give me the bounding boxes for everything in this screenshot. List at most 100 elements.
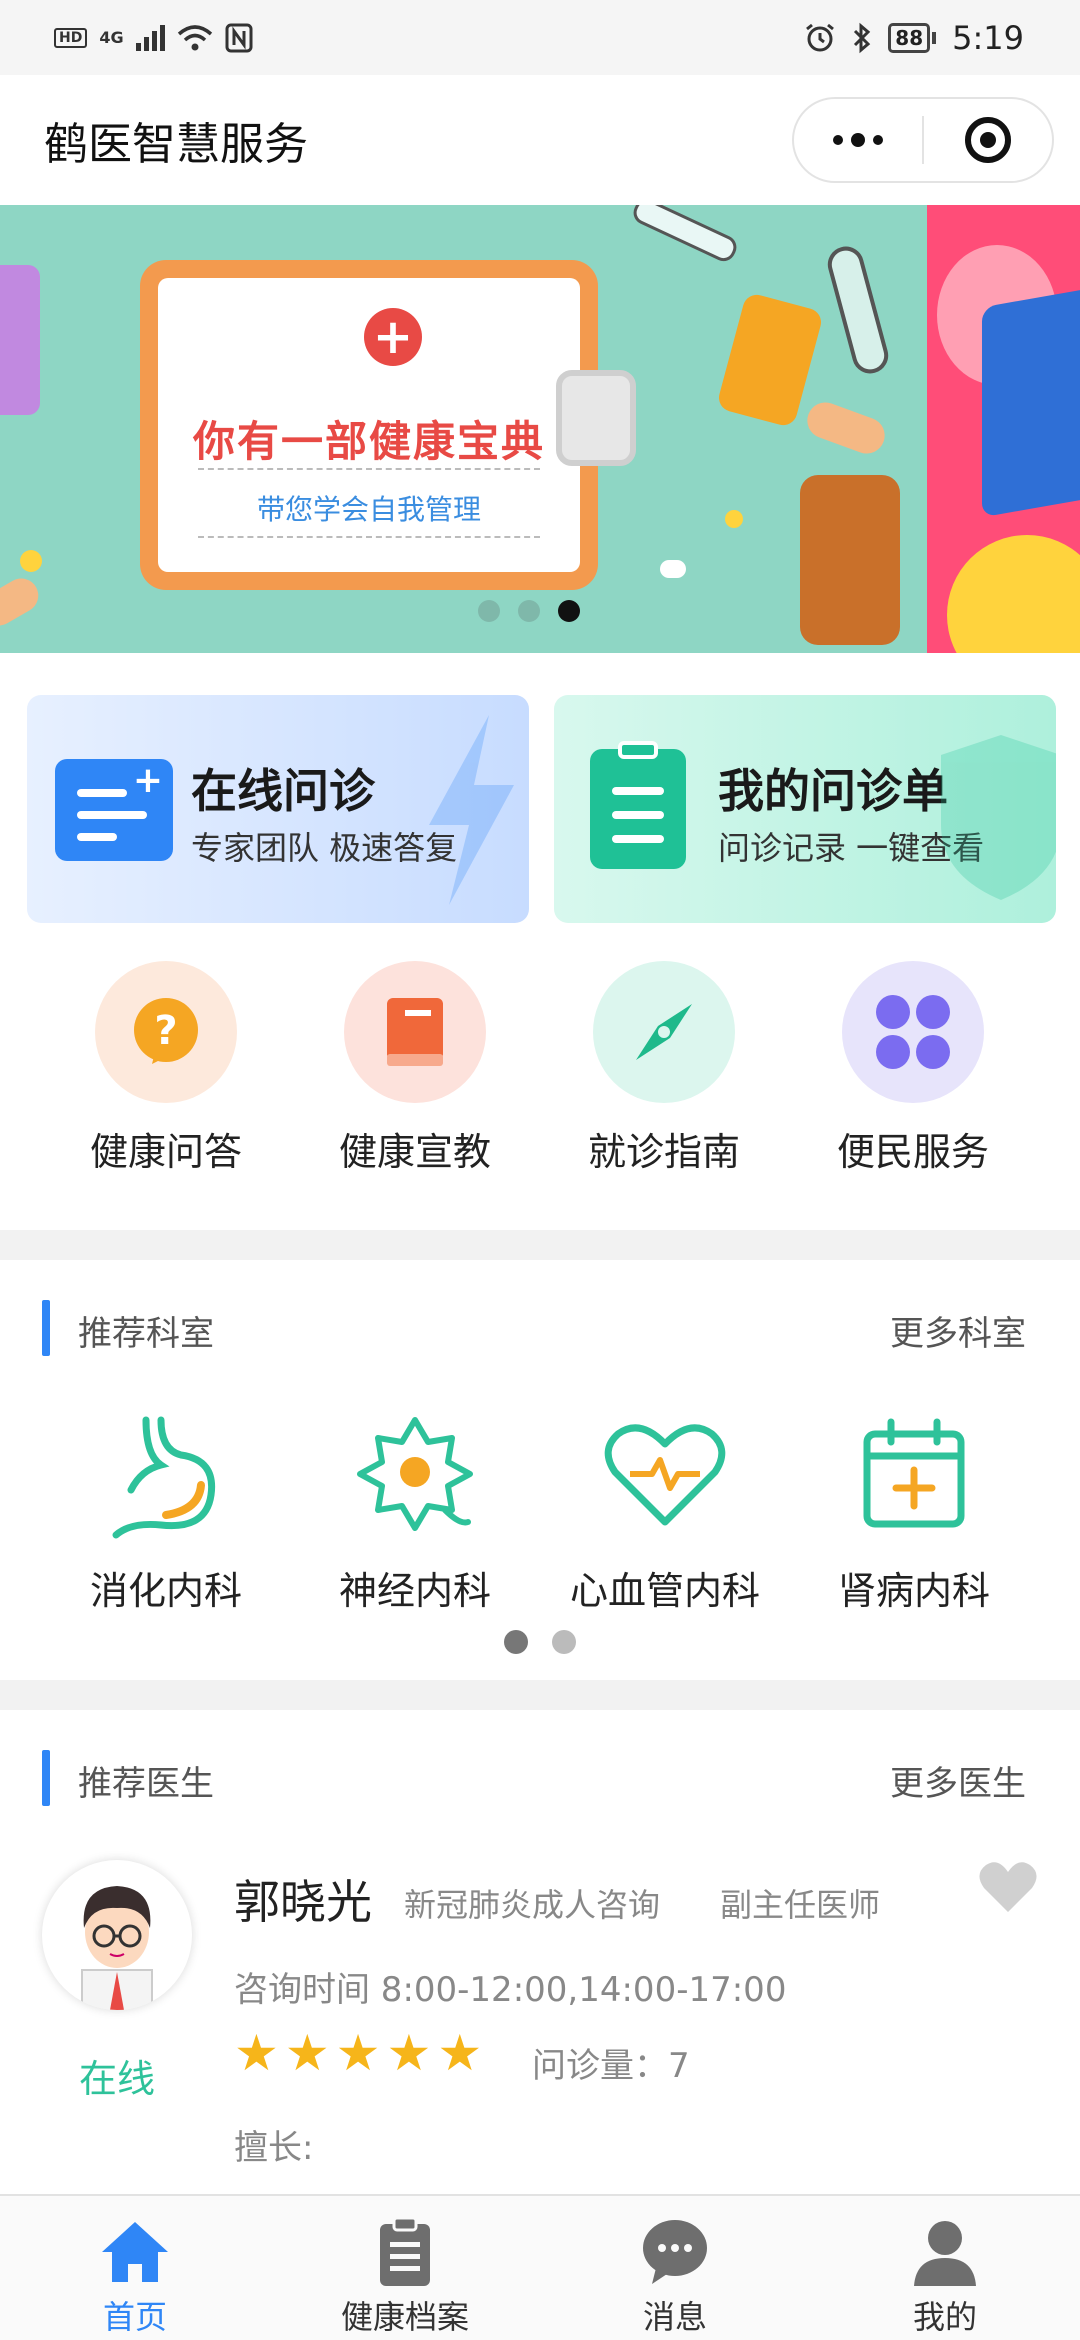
- section-header: 推荐科室 更多科室: [0, 1300, 1080, 1356]
- departments-pagination: [504, 1630, 576, 1654]
- quick-link-label: 健康宣教: [338, 1130, 491, 1174]
- online-consult-card[interactable]: + 在线问诊 专家团队 极速答复: [27, 695, 529, 923]
- tab-label: 我的: [912, 2298, 977, 2336]
- bottom-tab-bar: 首页 健康档案 消息 我的: [0, 2194, 1080, 2340]
- question-icon: ?: [95, 961, 237, 1103]
- star-icon: ★: [335, 2024, 381, 2082]
- pill-decoration: [660, 560, 686, 578]
- hd-badge: HD: [54, 27, 88, 48]
- doctor-name: 郭晓光: [234, 1875, 372, 1929]
- clipboard-illustration: + 你有一部健康宝典 带您学会自我管理: [140, 260, 636, 590]
- doctor-consult-time: 咨询时间 8:00-12:00,14:00-17:00: [234, 1970, 787, 2010]
- doctor-rating-stars: ★ ★ ★ ★ ★: [234, 2028, 482, 2078]
- section-title: 推荐医生: [78, 1764, 214, 1804]
- section-accent-bar: [42, 1300, 50, 1356]
- more-dots-icon: [833, 133, 883, 147]
- user-icon: [914, 2221, 976, 2286]
- title-bar: 鹤医智慧服务: [0, 75, 1080, 205]
- star-icon: ★: [234, 2024, 279, 2082]
- doctor-specialty: 新冠肺炎成人咨询: [404, 1886, 661, 1924]
- tab-messages[interactable]: 消息: [540, 2196, 810, 2340]
- tab-label: 首页: [102, 2298, 167, 2336]
- shield-decoration-icon: [941, 735, 1056, 900]
- favorite-heart-icon[interactable]: [978, 1860, 1038, 1914]
- clipboard-icon: [590, 741, 686, 869]
- stomach-icon: [112, 1416, 216, 1539]
- banner-subtitle: 带您学会自我管理: [256, 493, 481, 526]
- tab-label: 消息: [642, 2298, 707, 2336]
- heart-pulse-icon: [604, 1424, 726, 1526]
- quick-link-label: 健康问答: [89, 1130, 242, 1174]
- svg-text:?: ?: [154, 1008, 177, 1054]
- quick-link-visit-guide[interactable]: 就诊指南: [534, 961, 794, 1176]
- section-accent-bar: [42, 1750, 50, 1806]
- tab-home[interactable]: 首页: [0, 2196, 270, 2340]
- banner-dot-active: [558, 600, 580, 622]
- quick-link-label: 便民服务: [836, 1130, 989, 1174]
- pill-bottle-decoration: [715, 291, 825, 429]
- tab-mine[interactable]: 我的: [810, 2196, 1080, 2340]
- more-button[interactable]: [794, 99, 922, 181]
- status-right: 88 5:19: [804, 19, 1024, 57]
- pill-decoration: [725, 510, 743, 528]
- banner-dot: [478, 600, 500, 622]
- bluetooth-icon: [854, 22, 871, 53]
- section-title: 推荐科室: [78, 1314, 214, 1354]
- signal-icon: [135, 24, 165, 51]
- banner-title: 你有一部健康宝典: [192, 417, 545, 466]
- star-icon: ★: [284, 2024, 330, 2082]
- test-tube-decoration: [823, 242, 893, 378]
- syrup-bottle-decoration: [800, 475, 900, 645]
- pill-decoration: [20, 550, 42, 572]
- book-icon: [344, 961, 486, 1103]
- department-label: 消化内科: [89, 1569, 242, 1613]
- page-dot: [552, 1630, 576, 1654]
- star-icon: ★: [386, 2024, 432, 2082]
- bottle-left-decoration: [0, 265, 40, 415]
- lightning-decoration-icon: [429, 715, 514, 905]
- tab-label: 健康档案: [340, 2298, 469, 2336]
- status-bar: HD 4G 88 5:19: [0, 0, 1080, 75]
- nfc-icon: [225, 23, 253, 52]
- feature-title: 在线问诊: [191, 764, 375, 818]
- sun-decoration: [947, 535, 1080, 653]
- quick-link-convenience-services[interactable]: 便民服务: [783, 961, 1043, 1176]
- tab-health-records[interactable]: 健康档案: [270, 2196, 540, 2340]
- department-nephrology[interactable]: 肾病内科: [789, 1410, 1039, 1615]
- alarm-icon: [806, 23, 835, 51]
- doctor-good-at: 擅长:: [234, 2128, 314, 2168]
- department-label: 心血管内科: [569, 1569, 760, 1613]
- bandage-decoration: [802, 397, 890, 459]
- recommended-doctors-section: 推荐医生 更多医生 在线 郭晓光 新冠肺炎成人咨询 副主任医师 咨询时间 8:0…: [0, 1710, 1080, 2194]
- department-neurology[interactable]: 神经内科: [290, 1410, 540, 1615]
- banner-carousel[interactable]: + 你有一部健康宝典 带您学会自我管理: [0, 205, 1080, 653]
- app-title: 鹤医智慧服务: [44, 119, 308, 170]
- clipboard-paper: + 你有一部健康宝典 带您学会自我管理: [158, 278, 580, 572]
- department-gastroenterology[interactable]: 消化内科: [41, 1410, 291, 1615]
- star-icon: ★: [437, 2024, 483, 2082]
- page-dot-active: [504, 1630, 528, 1654]
- syringe-decoration: [629, 205, 741, 266]
- battery-indicator: 88: [888, 22, 937, 53]
- doctor-illustration-icon: [81, 1886, 153, 2010]
- close-mini-program-button[interactable]: [924, 99, 1052, 181]
- more-departments-link[interactable]: 更多科室: [890, 1306, 1026, 1355]
- quick-link-health-qa[interactable]: ? 健康问答: [36, 961, 296, 1176]
- banner-pagination: [478, 600, 580, 622]
- quick-link-health-education[interactable]: 健康宣教: [285, 961, 545, 1176]
- dashed-divider: [198, 536, 540, 538]
- doctor-avatar: [42, 1860, 192, 2010]
- my-consult-orders-card[interactable]: 我的问诊单 问诊记录 一键查看: [554, 695, 1056, 923]
- mini-program-capsule: [792, 97, 1054, 183]
- network-type: 4G: [99, 28, 124, 47]
- monitor-decoration: [982, 282, 1080, 518]
- wifi-icon: [177, 24, 212, 50]
- compass-icon: [593, 961, 735, 1103]
- more-doctors-link[interactable]: 更多医生: [890, 1756, 1026, 1805]
- feature-title: 我的问诊单: [718, 764, 948, 818]
- department-cardiology[interactable]: 心血管内科: [540, 1410, 790, 1615]
- department-label: 肾病内科: [837, 1569, 990, 1613]
- quick-link-label: 就诊指南: [587, 1130, 740, 1174]
- chat-bubble-icon: [643, 2220, 707, 2284]
- battery-level: 88: [888, 22, 931, 53]
